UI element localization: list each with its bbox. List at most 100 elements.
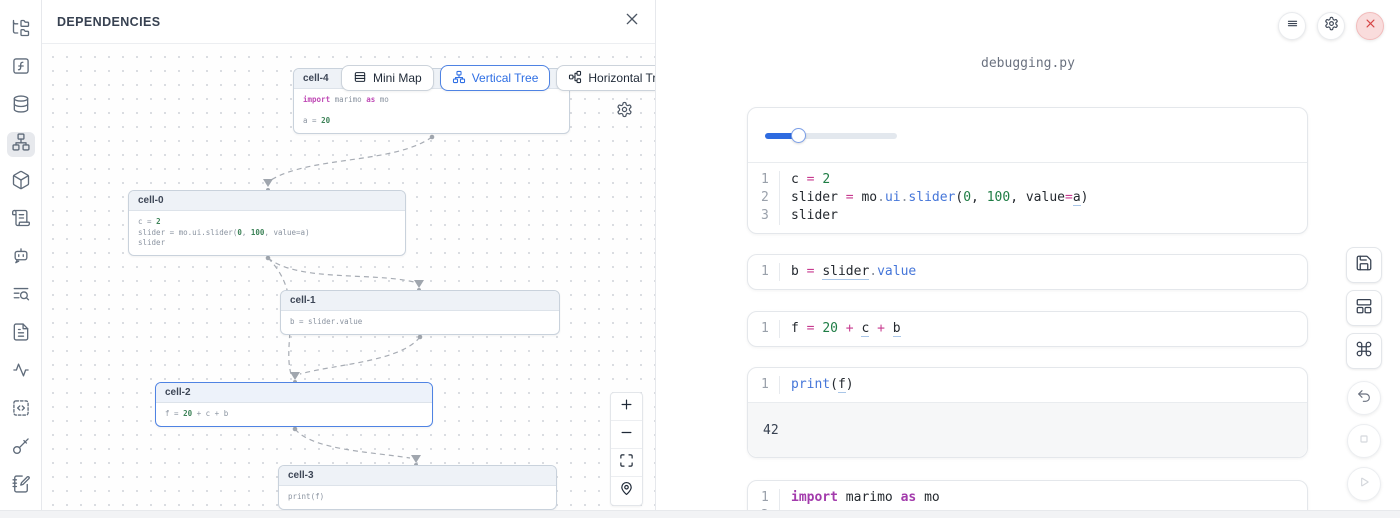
vertical-tree-button[interactable]: Vertical Tree: [440, 65, 551, 91]
chat-bot-icon: [11, 246, 31, 271]
sidebar-item-packages[interactable]: [7, 170, 35, 195]
center-selection-button[interactable]: [611, 477, 642, 505]
menu-icon: [1285, 16, 1300, 36]
scroll-icon: [11, 208, 31, 233]
undo-button[interactable]: [1347, 381, 1381, 415]
graph-view-switcher: Mini Map Vertical Tree Horizontal Tree: [341, 65, 655, 91]
sidebar-item-ai-chat[interactable]: [7, 246, 35, 271]
save-icon: [1355, 254, 1373, 277]
maximize-icon: [619, 453, 634, 473]
marimo-app: DEPENDENCIES: [0, 0, 1400, 518]
sidebar-item-find-replace[interactable]: [7, 284, 35, 309]
dependencies-panel: DEPENDENCIES: [42, 0, 656, 518]
key-icon: [11, 436, 31, 461]
code-editor[interactable]: 1c = 22slider = mo.ui.slider(0, 100, val…: [748, 163, 1307, 233]
horizontal-tree-icon: [568, 70, 582, 87]
function-square-icon: [11, 56, 31, 81]
notebook-cell: 1print(f) 42: [747, 367, 1308, 458]
code-editor[interactable]: 1f = 20 + c + b: [748, 312, 1307, 346]
code-editor[interactable]: 1b = slider.value: [748, 255, 1307, 289]
close-panel-button[interactable]: [624, 11, 640, 32]
graph-node-title: cell-3: [279, 466, 556, 486]
graph-node-cell-3[interactable]: cell-3 print(f): [278, 465, 557, 510]
shutdown-button[interactable]: [1356, 12, 1384, 40]
mini-map-button[interactable]: Mini Map: [341, 65, 434, 91]
console-output: 42: [748, 402, 1307, 457]
notebook-cell: 1f = 20 + c + b: [747, 311, 1308, 347]
bottom-edge-strip: [0, 510, 1400, 518]
close-icon: [1363, 16, 1378, 36]
gear-icon: [1324, 16, 1339, 36]
command-icon: [1355, 340, 1373, 363]
sidebar-item-scratchpad[interactable]: [7, 474, 35, 499]
graph-settings-button[interactable]: [616, 101, 633, 123]
sidebar-item-file-tree[interactable]: [7, 18, 35, 43]
sidebar-item-snippets[interactable]: [7, 398, 35, 423]
graph-node-title: cell-0: [129, 191, 405, 211]
sidebar-item-dependency-graph[interactable]: [7, 132, 35, 157]
slider-knob[interactable]: [791, 128, 806, 143]
view-button-label: Mini Map: [373, 71, 422, 85]
slider-widget[interactable]: [765, 128, 897, 143]
layouts-button[interactable]: [1346, 290, 1382, 326]
view-button-label: Vertical Tree: [472, 71, 539, 85]
notebook-menu-button[interactable]: [1278, 12, 1306, 40]
notebook-filename: debugging.py: [656, 56, 1400, 71]
save-button[interactable]: [1346, 247, 1382, 283]
plus-icon: [619, 397, 634, 417]
graph-node-code: b = slider.value: [281, 311, 559, 334]
package-icon: [11, 170, 31, 195]
file-text-icon: [11, 322, 31, 347]
sidebar-item-datasources[interactable]: [7, 94, 35, 119]
graph-node-code: print(f): [279, 486, 556, 509]
zoom-in-button[interactable]: [611, 393, 642, 421]
map-pin-icon: [619, 481, 634, 501]
graph-node-cell-0[interactable]: cell-0 c = 2slider = mo.ui.slider(0, 100…: [128, 190, 406, 256]
interrupt-button[interactable]: [1347, 424, 1381, 458]
panel-title: DEPENDENCIES: [57, 15, 160, 29]
notebook-pen-icon: [11, 474, 31, 499]
graph-node-code: import marimo as mo a = 20: [294, 89, 569, 133]
horizontal-tree-button[interactable]: Horizontal Tree: [556, 65, 655, 91]
sidebar-item-documentation[interactable]: [7, 322, 35, 347]
sidebar-item-functions[interactable]: [7, 56, 35, 81]
graph-node-cell-1[interactable]: cell-1 b = slider.value: [280, 290, 560, 335]
sidebar-item-tracing[interactable]: [7, 360, 35, 385]
notebook-cell: 1c = 22slider = mo.ui.slider(0, 100, val…: [747, 107, 1308, 234]
graph-node-code: c = 2slider = mo.ui.slider(0, 100, value…: [129, 211, 405, 255]
graph-node-title: cell-1: [281, 291, 559, 311]
activity-icon: [11, 360, 31, 385]
fit-view-button[interactable]: [611, 449, 642, 477]
cell-output-slider: [748, 108, 1307, 163]
notebook-area: debugging.py 1c = 22slider = mo.ui.slide…: [656, 0, 1400, 518]
list-search-icon: [11, 284, 31, 309]
notebook-cell: 1b = slider.value: [747, 254, 1308, 290]
gear-icon: [616, 105, 633, 122]
minus-icon: [619, 425, 634, 445]
file-tree-icon: [11, 18, 31, 43]
layout-panel-icon: [1355, 297, 1373, 320]
graph-node-code: f = 20 + c + b: [156, 403, 432, 426]
graph-node-cell-2[interactable]: cell-2 f = 20 + c + b: [155, 382, 433, 427]
vertical-tree-icon: [452, 70, 466, 87]
dependency-graph-canvas[interactable]: cell-4 import marimo as mo a = 20 cell-0…: [42, 44, 655, 518]
mini-map-icon: [353, 70, 367, 87]
zoom-out-button[interactable]: [611, 421, 642, 449]
play-icon: [1356, 474, 1372, 495]
sidebar-item-logs[interactable]: [7, 208, 35, 233]
stop-icon: [1356, 431, 1372, 452]
dependencies-panel-header: DEPENDENCIES: [42, 0, 655, 44]
graph-zoom-controls: [610, 392, 643, 506]
sidebar-item-secrets[interactable]: [7, 436, 35, 461]
dependency-graph-icon: [11, 132, 31, 157]
keyboard-shortcuts-button[interactable]: [1346, 333, 1382, 369]
settings-button[interactable]: [1317, 12, 1345, 40]
code-editor[interactable]: 1print(f): [748, 368, 1307, 402]
database-icon: [11, 94, 31, 119]
helper-panel-rail: [0, 0, 42, 518]
graph-node-title: cell-2: [156, 383, 432, 403]
code-snippet-icon: [11, 398, 31, 423]
undo-icon: [1356, 388, 1372, 409]
run-button[interactable]: [1347, 467, 1381, 501]
view-button-label: Horizontal Tree: [588, 71, 655, 85]
